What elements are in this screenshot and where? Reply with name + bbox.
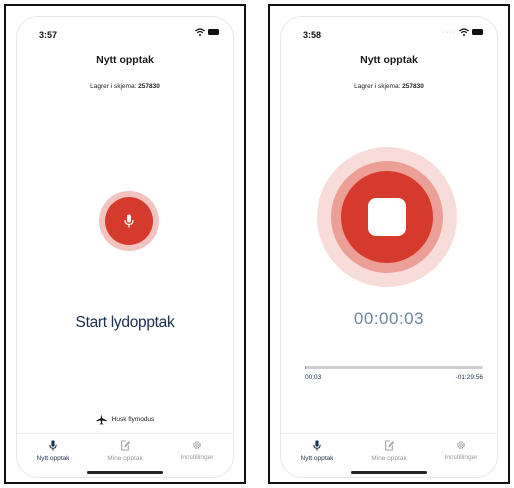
tab-label: Nytt opptak: [36, 455, 70, 462]
mic-icon: [313, 440, 321, 451]
tab-bar: Nytt opptak Mine opptak Innstillinger: [281, 433, 497, 477]
form-info: Lagrer i skjema: 257830: [17, 83, 233, 90]
phone-frame-recording: 3:58 ···· Nytt opptak Lagrer i skjema: 2…: [268, 4, 510, 484]
stop-recording-button[interactable]: [317, 147, 457, 287]
tab-new-recording[interactable]: Nytt opptak: [281, 434, 353, 477]
edit-document-icon: [121, 440, 130, 451]
wifi-icon: [195, 28, 205, 36]
home-indicator: [351, 471, 427, 474]
home-indicator: [87, 471, 163, 474]
form-label: Lagrer i skjema:: [90, 83, 139, 90]
airplane-icon: [96, 414, 107, 425]
battery-icon: [472, 29, 483, 35]
recording-progress-bar: [305, 366, 483, 369]
tab-label: Mine opptak: [371, 455, 407, 462]
page-title: Nytt opptak: [360, 54, 418, 66]
status-time: 3:58: [303, 30, 322, 40]
tab-label: Innstillinger: [444, 454, 478, 461]
gear-icon: [193, 441, 201, 449]
tab-new-recording[interactable]: Nytt opptak: [17, 434, 89, 477]
recording-screen: 3:58 ···· Nytt opptak Lagrer i skjema: 2…: [280, 16, 498, 478]
flight-mode-text: Husk flymodus: [111, 416, 155, 423]
flight-mode-hint: Husk flymodus: [17, 414, 233, 425]
form-number: 257830: [402, 83, 424, 90]
tab-settings[interactable]: Innstillinger: [425, 434, 497, 477]
start-recording-button[interactable]: [99, 191, 159, 251]
form-number: 257830: [138, 83, 160, 90]
recording-timer: 00:00:03: [353, 309, 425, 328]
tab-settings[interactable]: Innstillinger: [161, 434, 233, 477]
start-recording-label[interactable]: Start lydopptak: [17, 314, 233, 332]
mic-icon: [124, 214, 134, 228]
mic-icon: [49, 440, 57, 451]
battery-icon: [208, 29, 219, 35]
edit-document-icon: [385, 440, 394, 451]
phone-frame-idle: 3:57 Nytt opptak Lagrer i skjema: 257830: [4, 4, 246, 484]
tab-label: Innstillinger: [180, 454, 214, 461]
tab-label: Mine opptak: [107, 455, 143, 462]
gear-icon: [457, 441, 465, 449]
record-button-core[interactable]: [105, 197, 153, 245]
form-label: Lagrer i skjema:: [354, 83, 403, 90]
status-icons: ····: [443, 28, 483, 36]
tab-label: Nytt opptak: [300, 455, 334, 462]
status-icons: [195, 28, 219, 36]
stop-icon: [368, 198, 406, 236]
wifi-icon: [459, 28, 469, 36]
stop-button-ring[interactable]: [331, 161, 443, 273]
tab-bar: Nytt opptak Mine opptak Innstillinger: [17, 433, 233, 477]
remaining-time: -01:29:56: [455, 374, 483, 381]
stop-button-core[interactable]: [341, 171, 433, 263]
elapsed-time: 00:03: [305, 374, 322, 381]
new-recording-screen: 3:57 Nytt opptak Lagrer i skjema: 257830: [16, 16, 234, 478]
page-title: Nytt opptak: [96, 54, 154, 66]
status-time: 3:57: [39, 30, 58, 40]
signal-icon: ····: [442, 28, 456, 36]
form-info: Lagrer i skjema: 257830: [281, 83, 497, 90]
